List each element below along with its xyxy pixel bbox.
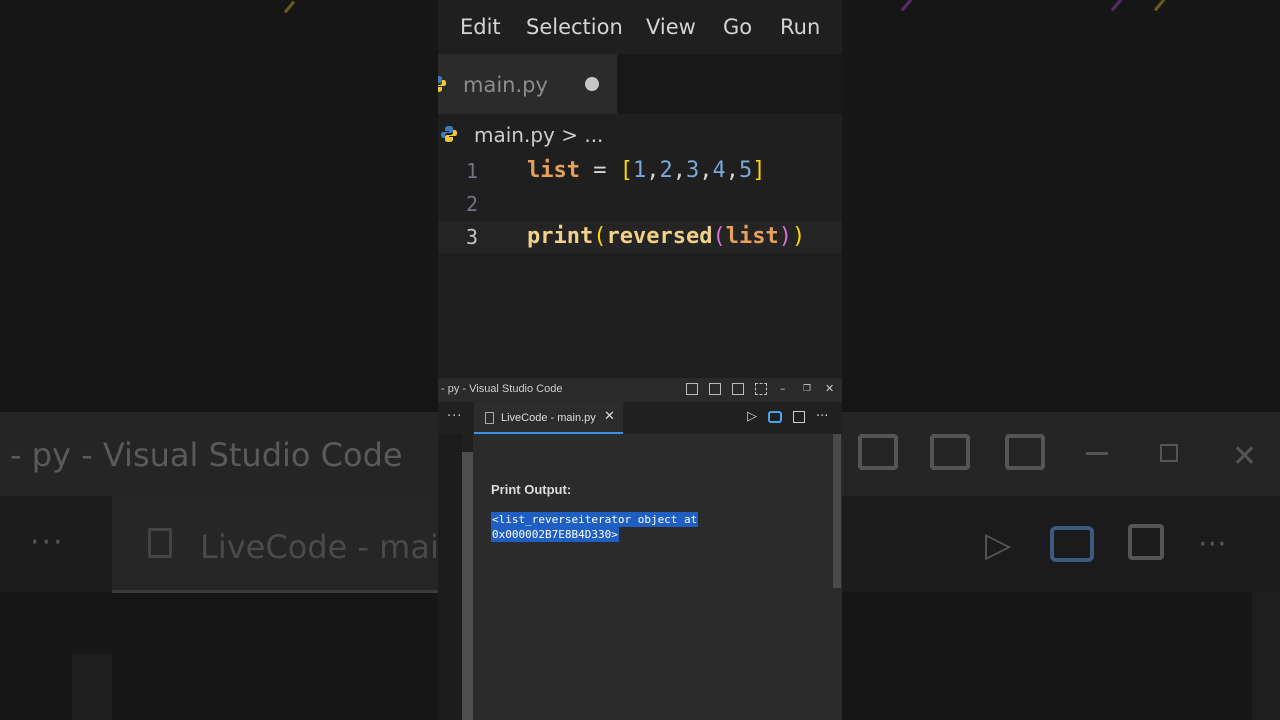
- python-icon: [438, 76, 446, 92]
- backdrop-split-icon: [930, 434, 970, 470]
- code-line-current[interactable]: 3 print(reversed(list)): [438, 221, 842, 253]
- backdrop-grid-icon: [1005, 434, 1045, 470]
- print-output-label: Print Output:: [491, 482, 572, 497]
- print-output-text[interactable]: <list_reverseiterator object at 0x000002…: [491, 512, 699, 542]
- output-line[interactable]: 0x000002B7E8B4D330>: [491, 527, 619, 542]
- python-icon: [441, 126, 457, 142]
- backdrop-more-actions-icon: ···: [1198, 527, 1227, 562]
- tab-label: main.py: [463, 73, 548, 97]
- vscode-window: Edit Selection View Go Run main.py main.…: [438, 0, 842, 720]
- backdrop-run-icon: ▷: [985, 525, 1012, 565]
- breadcrumb-path[interactable]: main.py > ...: [474, 123, 603, 147]
- backdrop-restore-icon: [1160, 444, 1178, 462]
- toggle-panel-icon[interactable]: [709, 383, 721, 395]
- breadcrumb: main.py > ...: [438, 114, 842, 154]
- tab-livecode[interactable]: LiveCode - main.py ✕: [474, 402, 623, 434]
- code-text[interactable]: print(reversed(list)): [527, 224, 805, 249]
- backdrop-split-editor-icon: [1128, 524, 1164, 560]
- line-number: 2: [466, 192, 479, 216]
- tab-close-icon[interactable]: ✕: [604, 409, 615, 424]
- code-line[interactable]: 2: [438, 188, 842, 220]
- scrollbar[interactable]: [833, 434, 841, 588]
- menu-edit[interactable]: Edit: [460, 15, 501, 39]
- customize-layout-icon[interactable]: [755, 383, 767, 395]
- menu-run[interactable]: Run: [780, 15, 820, 39]
- tab-livecode-label: LiveCode - main.py: [501, 412, 596, 424]
- code-line[interactable]: 1 list = [1,2,3,4,5]: [438, 155, 842, 187]
- line-number: 3: [466, 225, 479, 249]
- small-window-title: - py - Visual Studio Code: [441, 383, 563, 395]
- backdrop-mark: [900, 0, 913, 12]
- minimize-icon[interactable]: –: [780, 382, 786, 395]
- line-number: 1: [466, 159, 479, 183]
- small-window-titlebar: - py - Visual Studio Code – ❐ ✕: [438, 378, 842, 402]
- record-icon[interactable]: [768, 411, 782, 423]
- backdrop-mark: [1153, 0, 1166, 12]
- backdrop-minimize-icon: [1086, 452, 1108, 455]
- split-editor-icon[interactable]: [793, 411, 805, 423]
- unsaved-dot-icon[interactable]: [585, 77, 599, 91]
- toggle-sidebar-icon[interactable]: [686, 383, 698, 395]
- menu-bar: Edit Selection View Go Run: [438, 0, 842, 54]
- backdrop-record-icon: [1050, 526, 1094, 562]
- menu-view[interactable]: View: [646, 15, 696, 39]
- backdrop-mark: [1110, 0, 1123, 12]
- backdrop-mark: [283, 0, 296, 14]
- code-text[interactable]: list = [1,2,3,4,5]: [527, 158, 765, 183]
- tab-main-py[interactable]: main.py: [438, 54, 617, 114]
- livecode-tab-bar: ··· LiveCode - main.py ✕ ▷ ···: [438, 402, 842, 434]
- code-editor[interactable]: 1 list = [1,2,3,4,5] 2 3 print(reversed(…: [438, 154, 842, 378]
- more-icon[interactable]: ···: [447, 409, 462, 424]
- backdrop-file-icon: [148, 528, 172, 558]
- backdrop-tab-label: LiveCode - mai: [200, 528, 439, 566]
- backdrop-close-icon: ✕: [1232, 439, 1258, 474]
- side-strip: [462, 452, 473, 720]
- output-line[interactable]: <list_reverseiterator object at: [491, 512, 699, 527]
- restore-icon[interactable]: ❐: [803, 384, 811, 394]
- more-actions-icon[interactable]: ···: [816, 409, 828, 424]
- backdrop-panel-strip: [72, 654, 112, 720]
- backdrop-panel-strip: [1252, 592, 1280, 720]
- backdrop-more-icon: ···: [30, 525, 65, 560]
- menu-go[interactable]: Go: [723, 15, 752, 39]
- backdrop-window-title: - py - Visual Studio Code: [10, 436, 403, 474]
- file-icon: [485, 412, 494, 424]
- livecode-output-panel: [473, 434, 842, 720]
- menu-selection[interactable]: Selection: [526, 15, 623, 39]
- close-icon[interactable]: ✕: [825, 382, 834, 395]
- run-icon[interactable]: ▷: [747, 409, 757, 424]
- activity-gutter: [438, 434, 462, 720]
- editor-tab-bar: main.py: [438, 54, 842, 114]
- backdrop-panel-layout-icon: [858, 434, 898, 470]
- toggle-secondary-sidebar-icon[interactable]: [732, 383, 744, 395]
